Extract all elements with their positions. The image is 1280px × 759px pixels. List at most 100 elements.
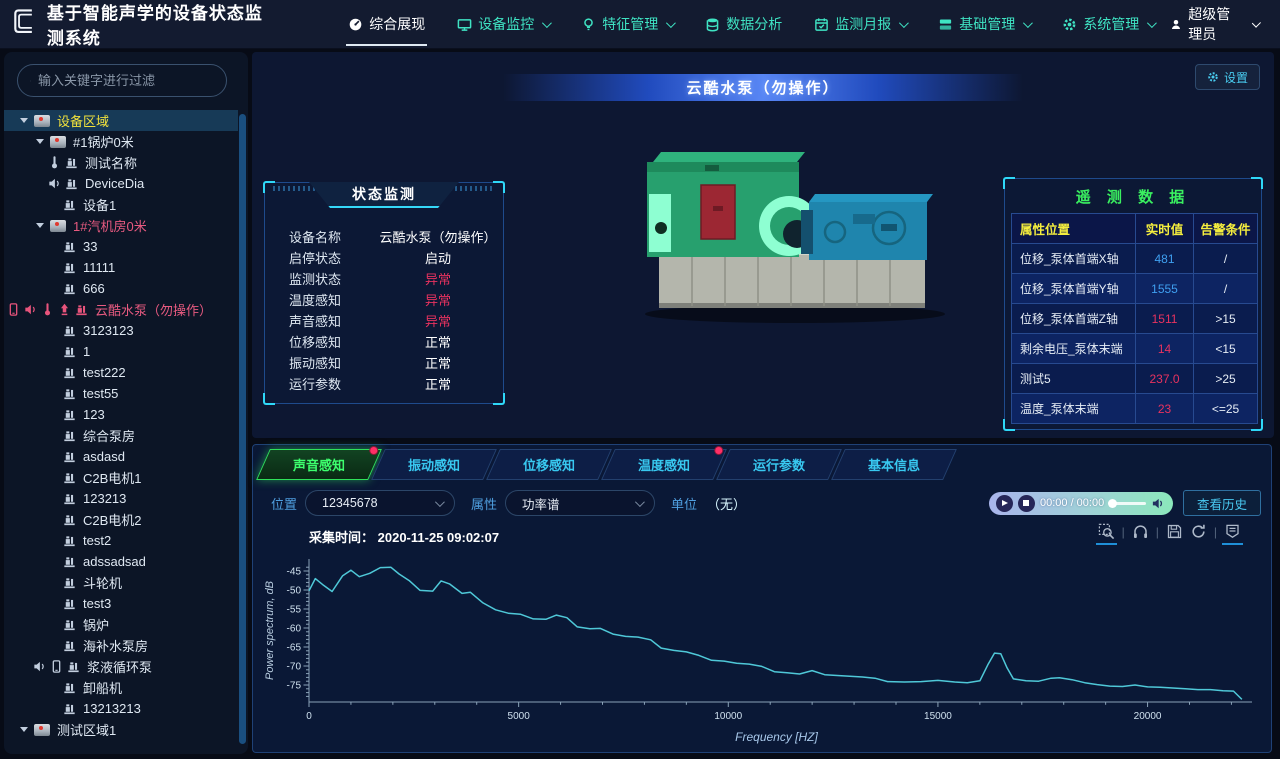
tree-item[interactable]: 云酷水泵（勿操作） bbox=[4, 299, 238, 320]
status-value: 异常 bbox=[373, 311, 503, 330]
telemetry-condition: / bbox=[1194, 274, 1258, 304]
tab-振动感知[interactable]: 振动感知 bbox=[371, 449, 497, 480]
tree-item[interactable]: 1 bbox=[4, 341, 238, 362]
tree-item[interactable]: 综合泵房 bbox=[4, 425, 238, 446]
power-spectrum-chart[interactable]: -45-50-55-60-65-70-750500010000150002000… bbox=[259, 545, 1265, 750]
tab-温度感知[interactable]: 温度感知 bbox=[601, 449, 727, 480]
save-image-icon[interactable] bbox=[1166, 523, 1183, 540]
sound-alarm-icon bbox=[23, 302, 38, 317]
telemetry-condition: <15 bbox=[1194, 334, 1258, 364]
nav-item-calendar[interactable]: 监测月报 bbox=[798, 0, 922, 48]
tree-item[interactable]: #1锅炉0米 bbox=[4, 131, 238, 152]
tree-item[interactable]: C2B电机2 bbox=[4, 509, 238, 530]
nav-item-database[interactable]: 数据分析 bbox=[689, 0, 798, 48]
tree-item[interactable]: test55 bbox=[4, 383, 238, 404]
nav-item-gears[interactable]: 系统管理 bbox=[1046, 0, 1170, 48]
tree-expand-caret[interactable] bbox=[20, 727, 28, 732]
tree-item[interactable]: asdasd bbox=[4, 446, 238, 467]
headphones-icon[interactable] bbox=[1132, 523, 1149, 540]
alert-badge bbox=[714, 446, 723, 455]
nav-item-dashboard[interactable]: 综合展现 bbox=[332, 0, 441, 48]
device-icon bbox=[62, 197, 77, 212]
nav-item-feature[interactable]: 特征管理 bbox=[565, 0, 689, 48]
tab-基本信息[interactable]: 基本信息 bbox=[831, 449, 957, 480]
zoom-select-icon[interactable] bbox=[1098, 523, 1115, 540]
pump-3d-model[interactable] bbox=[637, 140, 947, 325]
gear-icon bbox=[1207, 71, 1219, 83]
tree-item[interactable]: 123213 bbox=[4, 488, 238, 509]
tree-item[interactable]: C2B电机1 bbox=[4, 467, 238, 488]
stop-button[interactable] bbox=[1018, 495, 1035, 512]
status-label: 振动感知 bbox=[265, 353, 373, 372]
tab-位移感知[interactable]: 位移感知 bbox=[486, 449, 612, 480]
tree-item[interactable]: 123 bbox=[4, 404, 238, 425]
volume-icon[interactable] bbox=[1151, 496, 1166, 511]
settings-button[interactable]: 设置 bbox=[1195, 64, 1260, 90]
telemetry-value: 237.0 bbox=[1136, 364, 1194, 394]
tree-item[interactable]: 666 bbox=[4, 278, 238, 299]
svg-text:10000: 10000 bbox=[714, 711, 742, 722]
search-input[interactable] bbox=[38, 73, 214, 88]
telemetry-column-header: 属性位置 bbox=[1012, 214, 1136, 244]
slider-thumb[interactable] bbox=[1108, 499, 1117, 508]
tab-运行参数[interactable]: 运行参数 bbox=[716, 449, 842, 480]
annotation-icon[interactable] bbox=[1224, 523, 1241, 540]
telemetry-panel: 遥 测 数 据 属性位置实时值告警条件 位移_泵体首端X轴481/位移_泵体首端… bbox=[1004, 178, 1262, 430]
chevron-down-icon bbox=[542, 18, 552, 28]
area-map-icon bbox=[34, 115, 50, 127]
nav-item-label: 系统管理 bbox=[1083, 14, 1139, 34]
tree-item-label: 123213 bbox=[83, 491, 126, 506]
status-value: 异常 bbox=[373, 290, 503, 309]
tree-item[interactable]: 锅炉 bbox=[4, 614, 238, 635]
tree-item[interactable]: 浆液循环泵 bbox=[4, 656, 238, 677]
device-icon bbox=[62, 449, 77, 464]
position-select[interactable]: 12345678 bbox=[305, 490, 455, 516]
chart-toolbar: ||| bbox=[1098, 523, 1241, 540]
tree-expand-caret[interactable] bbox=[36, 139, 44, 144]
tree-item[interactable]: 11111 bbox=[4, 257, 238, 278]
player-progress-slider[interactable] bbox=[1109, 502, 1146, 505]
tree-item[interactable]: 测试名称 bbox=[4, 152, 238, 173]
status-panel-title: 状态监测 bbox=[309, 182, 459, 208]
tree-item[interactable]: 测试区域1 bbox=[4, 719, 238, 740]
nav-item-monitor[interactable]: 设备监控 bbox=[441, 0, 565, 48]
unit-value: （无） bbox=[707, 494, 746, 513]
tree-item[interactable]: 斗轮机 bbox=[4, 572, 238, 593]
device-icon bbox=[64, 155, 79, 170]
device-icon bbox=[62, 239, 77, 254]
user-menu[interactable]: 超级管理员 bbox=[1170, 4, 1258, 44]
tree-expand-caret[interactable] bbox=[36, 223, 44, 228]
tree-item[interactable]: test3 bbox=[4, 593, 238, 614]
device-icon bbox=[62, 344, 77, 359]
tab-label: 温度感知 bbox=[638, 455, 690, 474]
nav-item-layers[interactable]: 基础管理 bbox=[922, 0, 1046, 48]
tab-声音感知[interactable]: 声音感知 bbox=[256, 449, 382, 480]
tree-item[interactable]: adssadsad bbox=[4, 551, 238, 572]
play-button[interactable] bbox=[996, 495, 1013, 512]
tree-item[interactable]: 设备1 bbox=[4, 194, 238, 215]
tree-item[interactable]: 13213213 bbox=[4, 698, 238, 719]
vibration-alarm-icon bbox=[49, 659, 64, 674]
tree-item[interactable]: 3123123 bbox=[4, 320, 238, 341]
status-label: 设备名称 bbox=[265, 227, 373, 246]
chevron-down-icon bbox=[666, 18, 676, 28]
refresh-icon[interactable] bbox=[1190, 523, 1207, 540]
tree-item[interactable]: test2 bbox=[4, 530, 238, 551]
view-history-button[interactable]: 查看历史 bbox=[1183, 490, 1261, 516]
displacement-alarm-icon bbox=[57, 302, 72, 317]
tree-item[interactable]: 卸船机 bbox=[4, 677, 238, 698]
tree-item[interactable]: 设备区域 bbox=[4, 110, 238, 131]
device-icon bbox=[62, 512, 77, 527]
tree-item[interactable]: 33 bbox=[4, 236, 238, 257]
tree-item[interactable]: DeviceDia bbox=[4, 173, 238, 194]
tree-item[interactable]: 1#汽机房0米 bbox=[4, 215, 238, 236]
telemetry-value: 1555 bbox=[1136, 274, 1194, 304]
attribute-select[interactable]: 功率谱 bbox=[505, 490, 655, 516]
tree-item[interactable]: 海补水泵房 bbox=[4, 635, 238, 656]
overview-section: 云酷水泵（勿操作） 设置 状态监测 设备名称云酷水泵（勿操作）启停状态启动监测状… bbox=[252, 52, 1274, 438]
tree-item[interactable]: test222 bbox=[4, 362, 238, 383]
telemetry-attr: 测试5 bbox=[1012, 364, 1136, 394]
sidebar-scrollbar[interactable] bbox=[239, 114, 246, 744]
tree-expand-caret[interactable] bbox=[20, 118, 28, 123]
telemetry-value: 23 bbox=[1136, 394, 1194, 424]
